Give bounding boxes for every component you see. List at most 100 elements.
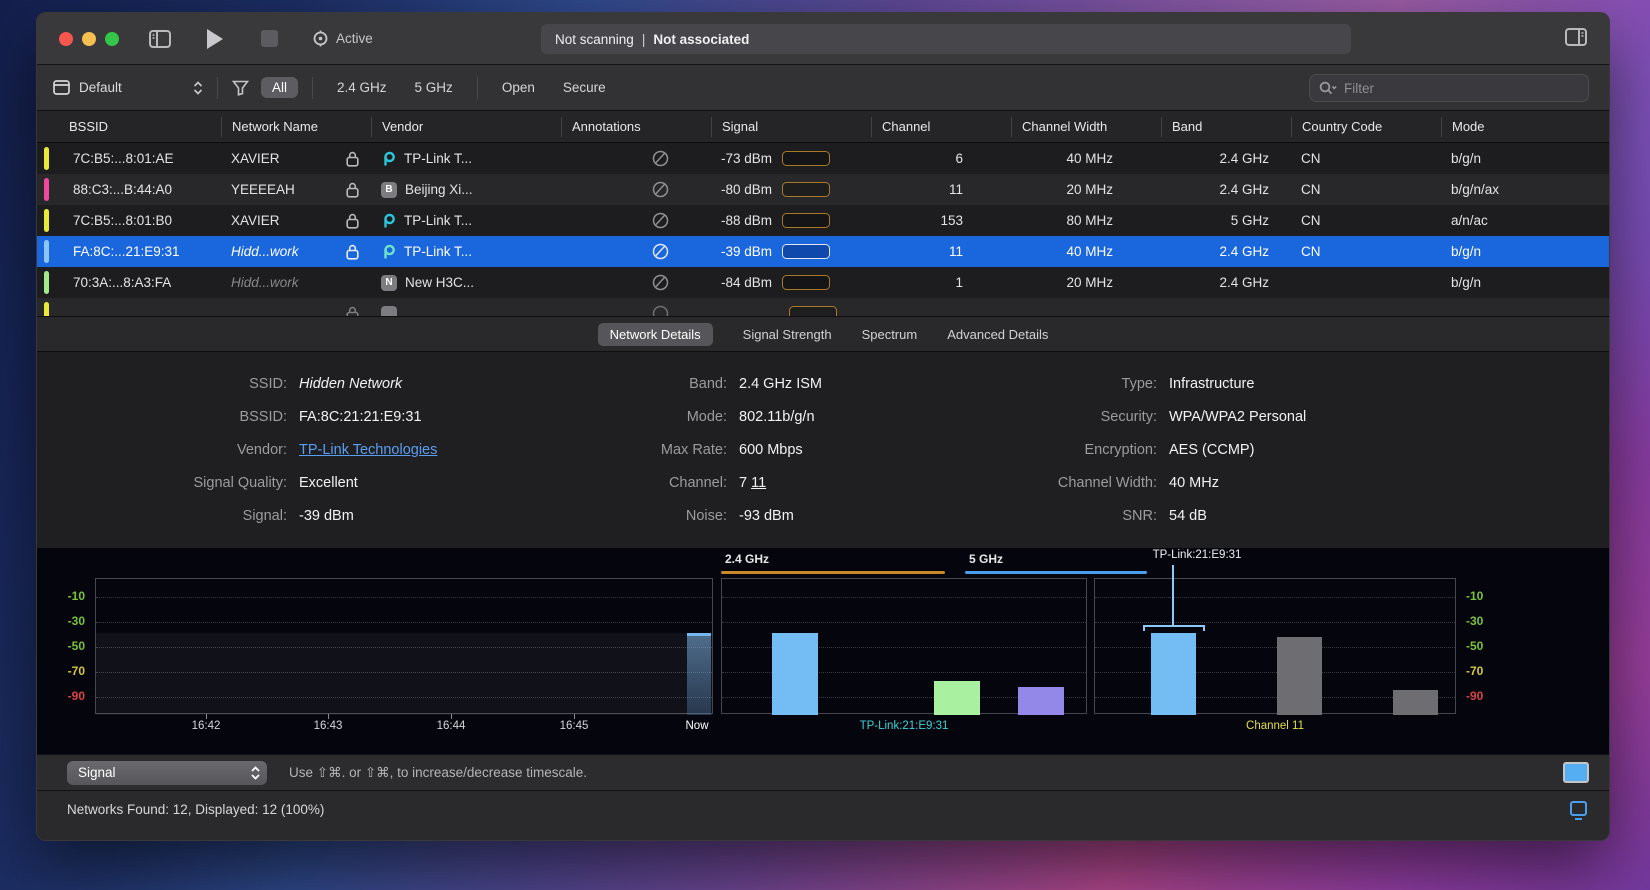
tplink-vendor-icon xyxy=(381,244,396,260)
column-header-network-name[interactable]: Network Name xyxy=(221,117,371,137)
minimize-window-button[interactable] xyxy=(82,32,96,46)
chart-mode-dropdown[interactable]: Signal xyxy=(67,761,267,785)
channel-width-cell: 20 MHz xyxy=(1011,182,1161,197)
annotation-icon xyxy=(561,305,711,316)
signal-dbm: -88 dBm xyxy=(721,213,772,228)
snr-value: 54 dB xyxy=(1169,506,1609,526)
profile-selector[interactable]: Default xyxy=(53,80,203,95)
x-tick: 16:45 xyxy=(560,720,589,732)
signal-history-chart[interactable] xyxy=(95,578,713,714)
display-mode-icon[interactable] xyxy=(1563,762,1589,783)
spectrum-x-label: TP-Link:21:E9:31 xyxy=(860,720,949,732)
band-cell: 2.4 GHz xyxy=(1161,275,1291,290)
signal-quality-value: Excellent xyxy=(299,473,497,493)
ssid-label: SSID: xyxy=(37,374,287,394)
tab-advanced-details[interactable]: Advanced Details xyxy=(947,327,1048,342)
encryption-label: Encryption: xyxy=(917,440,1157,460)
channel-width-cell: 40 MHz xyxy=(1011,151,1161,166)
signal-bar xyxy=(782,275,830,290)
start-scan-button[interactable] xyxy=(207,29,223,49)
security-label: Security: xyxy=(917,407,1157,427)
y-tick: -90 xyxy=(1466,689,1500,703)
annotation-icon xyxy=(561,150,711,167)
table-row[interactable]: 7C:B5:...8:01:AE XAVIER TP-Link T... -73… xyxy=(37,143,1609,174)
search-input[interactable] xyxy=(1344,81,1579,96)
column-header-channel-width[interactable]: Channel Width xyxy=(1011,117,1161,137)
mode-label: Mode: xyxy=(497,407,727,427)
filter-search-field[interactable] xyxy=(1309,74,1589,102)
vendor-letter-icon xyxy=(381,306,397,317)
filter-24ghz-button[interactable]: 2.4 GHz xyxy=(327,77,397,98)
tab-network-details[interactable]: Network Details xyxy=(598,323,713,346)
table-row[interactable]: 70:3A:...8:A3:FA Hidd...work N New H3C..… xyxy=(37,267,1609,298)
signal-cell: -84 dBm xyxy=(711,275,871,290)
tplink-vendor-icon xyxy=(381,213,396,229)
channel-marker-bracket xyxy=(1143,625,1205,631)
stop-scan-button[interactable] xyxy=(261,30,278,47)
tab-spectrum[interactable]: Spectrum xyxy=(862,327,918,342)
annotation-icon xyxy=(561,212,711,229)
channel-marker-label: TP-Link:21:E9:31 xyxy=(1153,549,1242,561)
channel-secondary[interactable]: 11 xyxy=(751,475,766,491)
column-header-signal[interactable]: Signal xyxy=(711,117,871,137)
tab-signal-strength[interactable]: Signal Strength xyxy=(743,327,832,342)
vendor-label: Vendor: xyxy=(37,440,287,460)
column-header-mode[interactable]: Mode xyxy=(1441,117,1609,137)
table-row-partial[interactable] xyxy=(37,298,1609,316)
active-mode-indicator[interactable]: Active xyxy=(312,30,373,47)
column-header-country-code[interactable]: Country Code xyxy=(1291,117,1441,137)
band-cell: 2.4 GHz xyxy=(1161,244,1291,259)
table-row-selected[interactable]: FA:8C:...21:E9:31 Hidd...work TP-Link T.… xyxy=(37,236,1609,267)
close-window-button[interactable] xyxy=(59,32,73,46)
country-code-cell: CN xyxy=(1291,151,1441,166)
signal-bar xyxy=(782,182,830,197)
spectrum-bar-selected xyxy=(772,633,818,715)
max-rate-value: 600 Mbps xyxy=(739,440,917,460)
channel-detail-chart[interactable] xyxy=(1094,578,1456,714)
column-header-band[interactable]: Band xyxy=(1161,117,1291,137)
networks-found-status: Networks Found: 12, Displayed: 12 (100%) xyxy=(67,802,324,817)
toggle-left-sidebar-icon[interactable] xyxy=(149,30,171,48)
table-row[interactable]: 7C:B5:...8:01:B0 XAVIER TP-Link T... -88… xyxy=(37,205,1609,236)
signal-bar xyxy=(782,244,830,259)
scan-mode-icon xyxy=(312,30,329,47)
signal-bar xyxy=(789,306,837,316)
network-table: 7C:B5:...8:01:AE XAVIER TP-Link T... -73… xyxy=(37,143,1609,316)
network-name-cell: Hidd...work xyxy=(221,244,333,259)
spectrum-overview-chart[interactable] xyxy=(721,578,1087,714)
traffic-lights xyxy=(59,32,119,46)
color-tag xyxy=(44,178,49,201)
lock-icon xyxy=(333,213,371,229)
vendor-cell: B Beijing Xi... xyxy=(371,182,561,198)
column-header-vendor[interactable]: Vendor xyxy=(371,117,561,137)
lock-icon xyxy=(333,306,371,317)
noise-value: -93 dBm xyxy=(739,506,917,526)
filter-all-button[interactable]: All xyxy=(261,77,298,98)
lock-icon xyxy=(333,182,371,198)
signal-history-bar xyxy=(687,633,711,715)
column-header-channel[interactable]: Channel xyxy=(871,117,1011,137)
toolbar-divider xyxy=(312,77,313,99)
security-value: WPA/WPA2 Personal xyxy=(1169,407,1609,427)
filter-secure-button[interactable]: Secure xyxy=(553,77,616,98)
lock-icon xyxy=(333,151,371,167)
column-header-annotations[interactable]: Annotations xyxy=(561,117,711,137)
annotation-icon xyxy=(561,243,711,260)
profile-name: Default xyxy=(79,80,122,95)
vendor-link[interactable]: TP-Link Technologies xyxy=(299,442,437,458)
zoom-window-button[interactable] xyxy=(105,32,119,46)
filter-toolbar: Default All 2.4 GHz 5 GHz Open Secure xyxy=(37,65,1609,111)
mode-cell: a/n/ac xyxy=(1441,213,1609,228)
channel-width-cell: 20 MHz xyxy=(1011,275,1161,290)
signal-cell: -80 dBm xyxy=(711,182,871,197)
spectrum-bar xyxy=(934,681,980,715)
monitor-icon[interactable] xyxy=(1570,801,1587,816)
filter-5ghz-button[interactable]: 5 GHz xyxy=(405,77,463,98)
filter-open-button[interactable]: Open xyxy=(492,77,545,98)
column-header-bssid[interactable]: BSSID xyxy=(63,117,221,137)
table-header: BSSID Network Name Vendor Annotations Si… xyxy=(37,111,1609,143)
toggle-right-panel-icon[interactable] xyxy=(1565,28,1587,46)
funnel-filter-icon[interactable] xyxy=(232,80,249,96)
table-row[interactable]: 88:C3:...B:44:A0 YEEEEAH B Beijing Xi...… xyxy=(37,174,1609,205)
x-tick: 16:44 xyxy=(437,720,466,732)
